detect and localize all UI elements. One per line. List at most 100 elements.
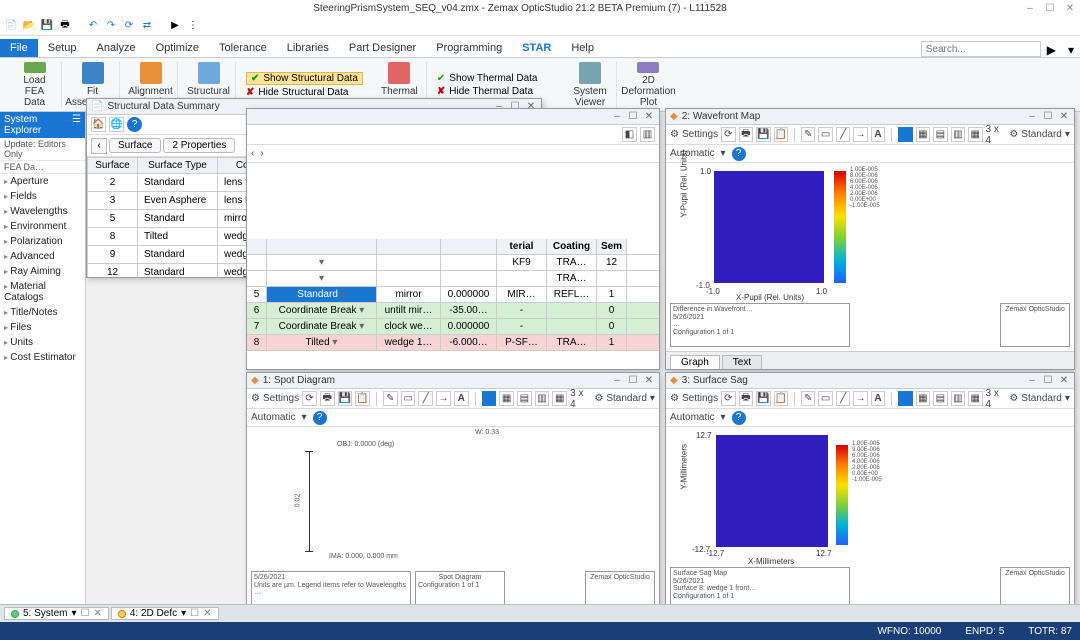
sys-node-environment[interactable]: Environment [0, 219, 85, 234]
layout-d[interactable]: ▥ [951, 127, 965, 142]
min-button[interactable]: – [1020, 3, 1040, 14]
run-icon[interactable]: ▶ [168, 19, 182, 33]
layout-b[interactable]: ▦ [916, 127, 930, 142]
show-structural-data[interactable]: ✔Show Structural Data [246, 72, 363, 85]
menu-star[interactable]: STAR [512, 39, 561, 57]
lens-row[interactable]: 8Tiltedwedge 1…-6.000…P-SF…TRA…1 [247, 335, 659, 351]
spot-close[interactable]: ✕ [643, 375, 655, 386]
text-icon[interactable]: A [454, 391, 469, 406]
lens-close[interactable]: ✕ [643, 111, 655, 122]
layout-d[interactable]: ▥ [951, 391, 965, 406]
search-input[interactable] [921, 41, 1041, 57]
refresh-icon[interactable]: ⟳ [721, 391, 735, 406]
automatic-label[interactable]: Automatic [670, 148, 714, 159]
sag-min[interactable]: – [1026, 375, 1038, 386]
gear2-icon[interactable]: ⚙ [1009, 393, 1018, 404]
standard-label[interactable]: Standard [1021, 129, 1062, 140]
undo-icon[interactable]: ↶ [86, 19, 100, 33]
pen-icon[interactable]: ✎ [801, 127, 815, 142]
standard-label[interactable]: Standard [1021, 393, 1062, 404]
pen-icon[interactable]: ✎ [801, 391, 815, 406]
new-icon[interactable]: 📄 [4, 19, 18, 33]
menu-setup[interactable]: Setup [38, 39, 87, 57]
print-icon[interactable]: 🖶 [320, 391, 335, 406]
save-icon[interactable]: 💾 [338, 391, 353, 406]
show-thermal-data[interactable]: ✔Show Thermal Data [437, 73, 538, 84]
lens-tool-b[interactable]: ▥ [640, 127, 655, 142]
layout-a[interactable] [898, 391, 912, 406]
open-icon[interactable]: 📂 [22, 19, 36, 33]
sys-node-units[interactable]: Units [0, 335, 85, 350]
pen-icon[interactable]: ✎ [383, 391, 398, 406]
settings-label[interactable]: Settings [682, 129, 718, 140]
tab-graph[interactable]: Graph [670, 355, 720, 369]
lens-tool-a[interactable]: ◧ [622, 127, 637, 142]
ribbon-2d-deformation[interactable]: 2DDeformation Plot [621, 62, 675, 108]
hide-thermal-data[interactable]: ✘Hide Thermal Data [437, 86, 538, 97]
copy-icon[interactable]: 📋 [355, 391, 370, 406]
help-icon[interactable]: ? [732, 147, 746, 161]
sys-node-title/notes[interactable]: Title/Notes [0, 305, 85, 320]
sys-node-ray-aiming[interactable]: Ray Aiming [0, 264, 85, 279]
lens-max[interactable]: ☐ [627, 111, 639, 122]
print-icon[interactable]: 🖶 [739, 391, 753, 406]
automatic-label[interactable]: Automatic [670, 412, 714, 423]
layout-b[interactable]: ▦ [499, 391, 514, 406]
more-icon[interactable]: ⋮ [186, 19, 200, 33]
line-icon[interactable]: ╱ [836, 391, 850, 406]
print-icon[interactable]: 🖶 [739, 127, 753, 142]
close-button[interactable]: ✕ [1060, 3, 1080, 14]
menu-optimize[interactable]: Optimize [146, 39, 209, 57]
globe-icon[interactable]: 🌐 [109, 117, 124, 132]
gear2-icon[interactable]: ⚙ [1009, 129, 1018, 140]
lens-row[interactable]: 7Coordinate Breakclock we…0.000000-0 [247, 319, 659, 335]
chevron-down-icon[interactable]: ▾ [1068, 43, 1074, 57]
sys-node-fields[interactable]: Fields [0, 189, 85, 204]
hide-structural-data[interactable]: ✘Hide Structural Data [246, 87, 363, 98]
help-icon[interactable]: ? [313, 411, 327, 425]
lens-row[interactable]: TRA… [247, 271, 659, 287]
gear-icon[interactable]: ⚙ [670, 393, 679, 404]
save-icon[interactable]: 💾 [756, 391, 770, 406]
sys-node-files[interactable]: Files [0, 320, 85, 335]
menu-tolerance[interactable]: Tolerance [209, 39, 277, 57]
arrow-icon[interactable]: → [436, 391, 451, 406]
lens-nav-r[interactable]: › [260, 148, 263, 159]
line-icon[interactable]: ╱ [836, 127, 850, 142]
pin-icon[interactable]: ☰ [72, 114, 81, 136]
ribbon-system-viewer[interactable]: SystemViewer [563, 62, 617, 108]
grid-icon[interactable]: ▦ [552, 391, 567, 406]
refresh-icon[interactable]: ⟳ [302, 391, 317, 406]
play-icon[interactable]: ▶ [1047, 43, 1056, 57]
print-icon[interactable]: 🖶 [58, 19, 72, 33]
layout-c[interactable]: ▤ [933, 127, 947, 142]
sys-node-aperture[interactable]: Aperture [0, 174, 85, 189]
ribbon-load-fea[interactable]: Load FEAData [8, 62, 62, 108]
arrow-icon[interactable]: → [853, 391, 867, 406]
lens-row[interactable]: 5Standardmirror0.000000MIR…REFL…1 [247, 287, 659, 303]
max-button[interactable]: ☐ [1040, 3, 1060, 14]
dock-tab-system[interactable]: 5: System ▾ ☐ ✕ [4, 607, 109, 620]
menu-file[interactable]: File [0, 39, 38, 57]
sag-max[interactable]: ☐ [1042, 375, 1054, 386]
refresh-icon[interactable]: ⟳ [721, 127, 735, 142]
col-type[interactable]: Surface Type [138, 158, 218, 174]
menu-analyze[interactable]: Analyze [86, 39, 145, 57]
layout-a[interactable] [482, 391, 497, 406]
grid-icon[interactable]: ▦ [968, 391, 982, 406]
standard-label[interactable]: Standard [606, 393, 647, 404]
gear-icon[interactable]: ⚙ [251, 393, 260, 404]
save-icon[interactable]: 💾 [40, 19, 54, 33]
col-surface[interactable]: Surface [88, 158, 138, 174]
grid-label[interactable]: 3 x 4 [986, 124, 1007, 146]
menu-programming[interactable]: Programming [426, 39, 512, 57]
pill-properties[interactable]: 2 Properties [163, 138, 235, 153]
pill-surface[interactable]: Surface [109, 138, 161, 153]
lens-row[interactable]: KF9TRA…12 [247, 255, 659, 271]
save-icon[interactable]: 💾 [756, 127, 770, 142]
sync-icon[interactable]: ⇄ [140, 19, 154, 33]
grid-label[interactable]: 3 x 4 [986, 388, 1007, 410]
help-icon[interactable]: ? [732, 411, 746, 425]
dock-tab-2ddef[interactable]: 4: 2D Defc ▾ ☐ ✕ [111, 607, 219, 620]
refresh-icon[interactable]: ⟳ [122, 19, 136, 33]
